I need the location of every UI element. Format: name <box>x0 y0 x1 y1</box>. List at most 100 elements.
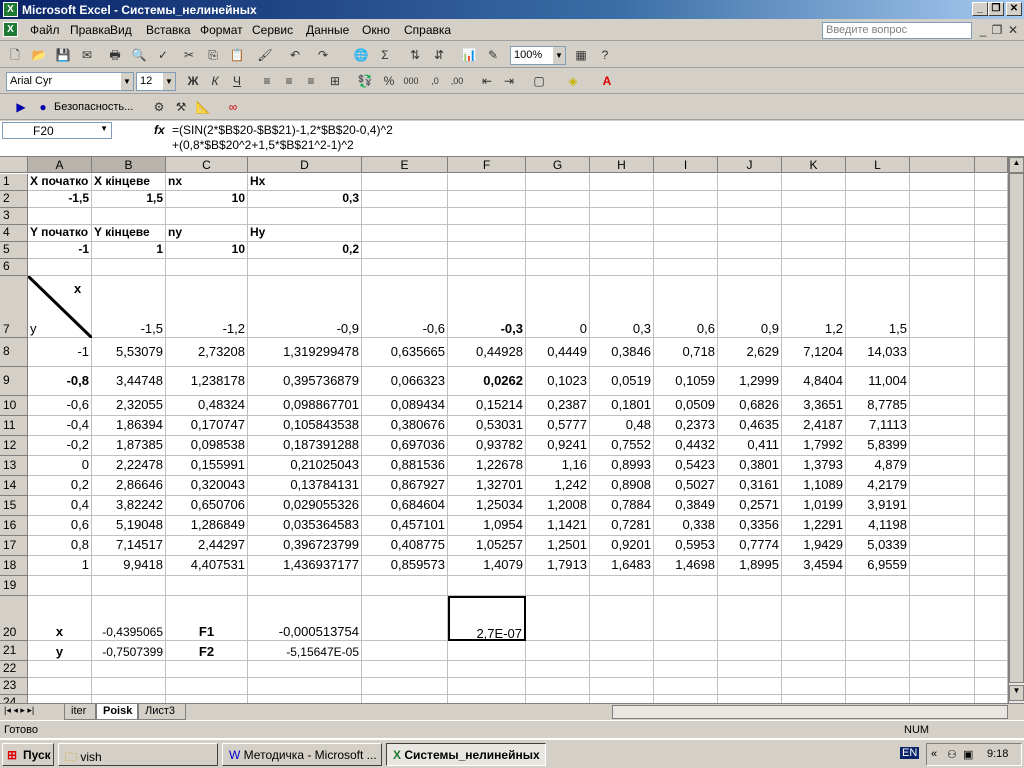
cell[interactable] <box>526 174 590 191</box>
cell[interactable] <box>910 174 975 191</box>
cell[interactable]: Hy <box>248 225 362 242</box>
cell[interactable] <box>975 661 1008 678</box>
cell[interactable]: 0,2571 <box>718 496 782 516</box>
cell[interactable] <box>910 456 975 476</box>
cell[interactable] <box>975 174 1008 191</box>
menu-item[interactable]: Сервис <box>252 23 293 37</box>
cell[interactable]: 0,035364583 <box>248 516 362 536</box>
cell[interactable]: -0,4395065 <box>92 596 166 641</box>
cell[interactable]: 1,7992 <box>782 436 846 456</box>
cell[interactable]: 0,098867701 <box>248 396 362 416</box>
cell[interactable]: 4,1198 <box>846 516 910 536</box>
cell[interactable]: 2,44297 <box>166 536 248 556</box>
cell[interactable] <box>362 208 448 225</box>
cell[interactable]: 14,033 <box>846 338 910 367</box>
font-color-icon[interactable]: A <box>598 72 616 90</box>
row-header[interactable]: 11 <box>0 416 28 436</box>
cell[interactable] <box>782 242 846 259</box>
cell[interactable]: -1 <box>28 242 92 259</box>
cell[interactable] <box>448 191 526 208</box>
cell[interactable] <box>166 208 248 225</box>
cell[interactable]: 0,4449 <box>526 338 590 367</box>
cell[interactable] <box>846 576 910 596</box>
cut-icon[interactable]: ✂ <box>180 46 198 64</box>
cell[interactable]: 0,8993 <box>590 456 654 476</box>
design-mode-icon[interactable]: 📐 <box>194 98 212 116</box>
menu-item[interactable]: Вид <box>110 23 132 37</box>
cell[interactable] <box>28 661 92 678</box>
cell[interactable] <box>362 695 448 703</box>
cell[interactable]: 1,4079 <box>448 556 526 576</box>
cell[interactable]: 0,396723799 <box>248 536 362 556</box>
cell[interactable]: 3,82242 <box>92 496 166 516</box>
cell[interactable] <box>910 661 975 678</box>
cell[interactable] <box>846 596 910 641</box>
scroll-thumb[interactable] <box>1009 173 1024 683</box>
cell[interactable]: 2,32055 <box>92 396 166 416</box>
cell[interactable] <box>654 678 718 695</box>
cell[interactable]: 11,004 <box>846 367 910 396</box>
cell[interactable] <box>975 536 1008 556</box>
network-icon[interactable]: ⚇ <box>947 748 957 761</box>
cell[interactable] <box>590 576 654 596</box>
cell[interactable]: 0,6826 <box>718 396 782 416</box>
cell[interactable]: 5,8399 <box>846 436 910 456</box>
cell[interactable]: 0,3 <box>248 191 362 208</box>
cell[interactable] <box>590 641 654 661</box>
cell[interactable]: 0,13784131 <box>248 476 362 496</box>
dot-icon[interactable]: ● <box>34 98 52 116</box>
autosum-icon[interactable]: Σ <box>376 46 394 64</box>
cell[interactable]: X початко <box>28 174 92 191</box>
select-all-corner[interactable] <box>0 157 28 173</box>
cell[interactable] <box>975 276 1008 338</box>
cell[interactable]: 0,187391288 <box>248 436 362 456</box>
cell[interactable] <box>590 695 654 703</box>
cell[interactable]: 0,170747 <box>166 416 248 436</box>
cell[interactable] <box>975 367 1008 396</box>
cell[interactable]: 0,8 <box>28 536 92 556</box>
cell[interactable] <box>718 191 782 208</box>
cell[interactable]: X кінцеве <box>92 174 166 191</box>
cell[interactable]: 0,320043 <box>166 476 248 496</box>
cell[interactable]: 3,9191 <box>846 496 910 516</box>
column-header[interactable]: D <box>248 157 362 173</box>
cell[interactable]: 1,3793 <box>782 456 846 476</box>
cell[interactable]: 1,286849 <box>166 516 248 536</box>
cell[interactable]: -0,7507399 <box>92 641 166 661</box>
cell[interactable]: 0,395736879 <box>248 367 362 396</box>
cell[interactable] <box>248 208 362 225</box>
row-header[interactable]: 2 <box>0 191 28 208</box>
cell[interactable] <box>654 174 718 191</box>
cell[interactable]: -0,3 <box>448 276 526 338</box>
row-header[interactable]: 18 <box>0 556 28 576</box>
permission-icon[interactable]: ✉ <box>78 46 96 64</box>
cell[interactable] <box>846 174 910 191</box>
cell[interactable] <box>910 225 975 242</box>
horizontal-scrollbar[interactable] <box>612 705 1008 719</box>
cell[interactable] <box>654 225 718 242</box>
cell[interactable] <box>92 695 166 703</box>
formula-input[interactable]: =(SIN(2*$B$20-$B$21)-1,2*$B$20-0,4)^2 +(… <box>172 123 1012 153</box>
cell[interactable]: 1,2501 <box>526 536 590 556</box>
cell[interactable]: 1,5 <box>92 191 166 208</box>
row-header[interactable]: 3 <box>0 208 28 225</box>
italic-icon[interactable]: К <box>206 72 224 90</box>
borders-icon[interactable]: ▢ <box>530 72 548 90</box>
cell[interactable]: 0,867927 <box>362 476 448 496</box>
cell[interactable] <box>718 596 782 641</box>
cell[interactable]: 1,319299478 <box>248 338 362 367</box>
copy-icon[interactable]: ⎘ <box>204 46 222 64</box>
cell[interactable]: -1,2 <box>166 276 248 338</box>
tools-icon[interactable]: ⚒ <box>172 98 190 116</box>
undo-icon[interactable]: ↶ <box>286 46 304 64</box>
cell[interactable] <box>910 367 975 396</box>
cell[interactable] <box>718 695 782 703</box>
cell[interactable] <box>166 576 248 596</box>
cell[interactable] <box>590 208 654 225</box>
close-button[interactable]: ✕ <box>1006 2 1022 16</box>
minimize-button[interactable]: _ <box>972 2 988 16</box>
cell[interactable]: ny <box>166 225 248 242</box>
cell[interactable] <box>590 191 654 208</box>
cell[interactable] <box>910 496 975 516</box>
cell[interactable] <box>718 242 782 259</box>
